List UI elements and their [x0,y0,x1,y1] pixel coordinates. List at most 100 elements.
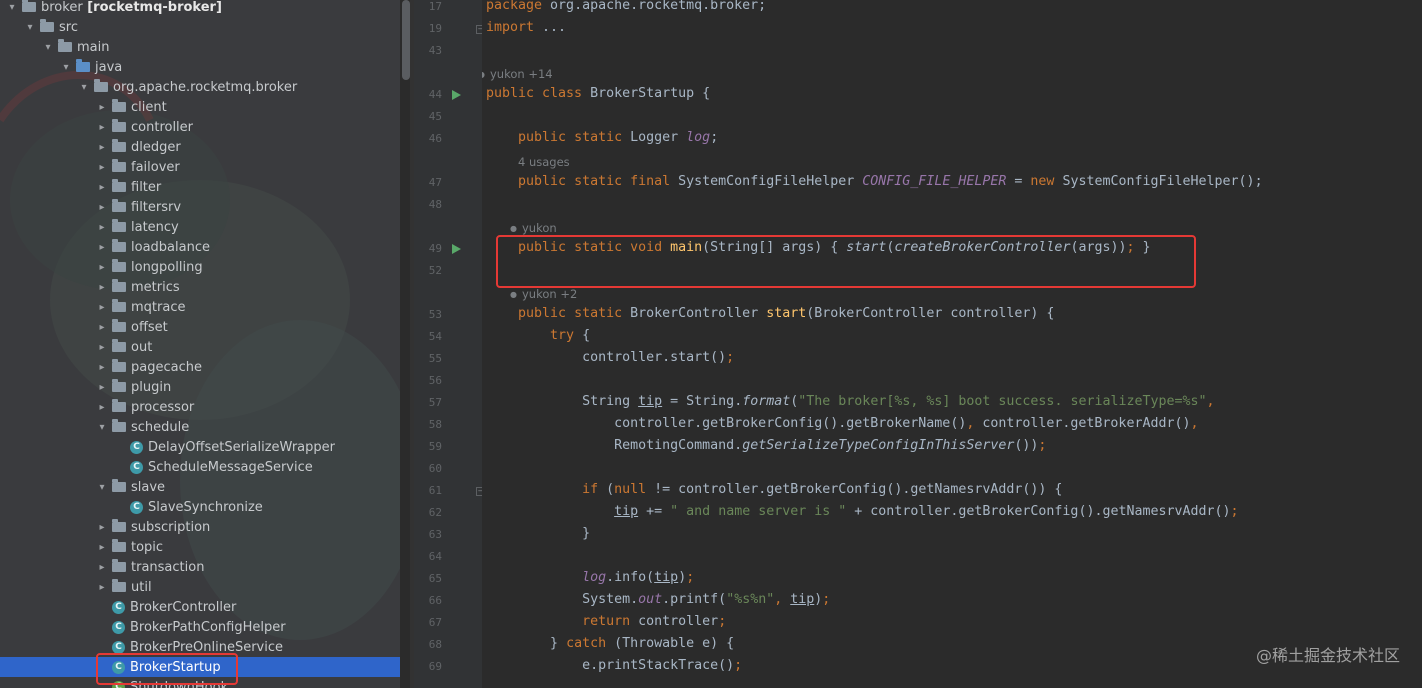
tree-item-folder[interactable]: ▸ pagecache [0,357,400,377]
chevron-right-icon[interactable]: ▸ [96,362,108,373]
tree-item-label: BrokerController [130,599,237,615]
java-class-icon: C [130,460,143,474]
tree-item-label: ScheduleMessageService [148,459,313,475]
chevron-right-icon[interactable]: ▸ [96,542,108,553]
tree-item-folder[interactable]: ▸ topic [0,537,400,557]
folder-icon [76,59,90,72]
package-icon [112,179,126,192]
chevron-down-icon[interactable]: ▾ [96,422,108,433]
code-token: if [582,482,607,497]
package-icon [112,159,126,172]
chevron-right-icon[interactable]: ▸ [96,522,108,533]
chevron-right-icon[interactable]: ▸ [96,302,108,313]
code-token: out [638,592,663,607]
chevron-right-icon[interactable]: ▸ [96,202,108,213]
chevron-down-icon[interactable]: ▾ [6,2,18,13]
chevron-right-icon[interactable]: ▸ [96,582,108,593]
run-gutter-icon[interactable] [452,90,461,100]
tree-item-folder[interactable]: ▸ processor [0,397,400,417]
chevron-down-icon[interactable]: ▾ [60,62,72,73]
tree-item-folder[interactable]: ▾ src [0,17,400,37]
code-line: public class BrokerStartup { [486,86,710,101]
tree-item-class[interactable]: ▸CBrokerController [0,597,400,617]
code-vision-hint[interactable]: 4 usages [518,155,570,169]
chevron-down-icon[interactable]: ▾ [78,82,90,93]
code-vision-hint[interactable]: yukon +14 [490,67,553,81]
tree-item-label: processor [131,399,195,415]
run-gutter-icon[interactable] [452,244,461,254]
package-icon [94,79,108,92]
tree-item-folder[interactable]: ▸ loadbalance [0,237,400,257]
package-icon [112,259,126,272]
folder-icon [40,19,54,32]
tree-item-folder[interactable]: ▾ org.apache.rocketmq.broker [0,77,400,97]
tree-item-folder[interactable]: ▸ offset [0,317,400,337]
code-token: ; [734,658,743,673]
tree-item-class[interactable]: ▸CShutdownHook [0,677,400,688]
tree-item-folder[interactable]: ▾ java [0,57,400,77]
chevron-right-icon[interactable]: ▸ [96,222,108,233]
tree-item-folder[interactable]: ▸ metrics [0,277,400,297]
chevron-down-icon[interactable]: ▾ [96,482,108,493]
tree-item-folder[interactable]: ▸ mqtrace [0,297,400,317]
tree-item-class[interactable]: ▸CBrokerPathConfigHelper [0,617,400,637]
chevron-right-icon[interactable]: ▸ [96,182,108,193]
tree-item-folder[interactable]: ▸ latency [0,217,400,237]
code-editor[interactable]: package org.apache.rocketmq.broker; impor… [482,0,1422,688]
chevron-right-icon[interactable]: ▸ [96,242,108,253]
tree-scrollbar[interactable] [402,0,410,80]
tree-item-label: pagecache [131,359,202,375]
chevron-right-icon[interactable]: ▸ [96,142,108,153]
tree-item-folder[interactable]: ▸ failover [0,157,400,177]
author-icon: ● [482,70,485,79]
chevron-right-icon[interactable]: ▸ [96,122,108,133]
tree-item-folder[interactable]: ▸ filtersrv [0,197,400,217]
code-token: ; [718,614,727,629]
chevron-right-icon[interactable]: ▸ [96,262,108,273]
tree-item-folder[interactable]: ▸ plugin [0,377,400,397]
tree-item-folder[interactable]: ▸ dledger [0,137,400,157]
tree-item-folder[interactable]: ▸ controller [0,117,400,137]
tree-item-class[interactable]: ▸CBrokerPreOnlineService [0,637,400,657]
tree-item-class[interactable]: ▸CSlaveSynchronize [0,497,400,517]
tree-item-label: offset [131,319,168,335]
code-token: System. [486,592,639,607]
chevron-right-icon[interactable]: ▸ [96,402,108,413]
tree-item-class[interactable]: ▸CScheduleMessageService [0,457,400,477]
line-number: 46 [428,132,442,145]
tree-item-folder[interactable]: ▸ transaction [0,557,400,577]
code-token: "The broker[%s, %s] boot success. serial… [798,394,1207,409]
tree-item-label: filtersrv [131,199,182,215]
code-token: package [486,0,551,13]
tree-item-folder[interactable]: ▸ util [0,577,400,597]
tree-item-folder[interactable]: ▾ main [0,37,400,57]
tree-item-folder[interactable]: ▸ longpolling [0,257,400,277]
tree-item-folder[interactable]: ▾ schedule [0,417,400,437]
tree-item-folder[interactable]: ▸ filter [0,177,400,197]
chevron-right-icon[interactable]: ▸ [96,162,108,173]
chevron-right-icon[interactable]: ▸ [96,562,108,573]
chevron-right-icon[interactable]: ▸ [96,322,108,333]
tree-item-class[interactable]: ▸CDelayOffsetSerializeWrapper [0,437,400,457]
tree-item-folder[interactable]: ▸ subscription [0,517,400,537]
editor-gutter: 17 19−43 44 45 46 47 48 49 52 53 54 55 56 57 58 59 60 61−… [414,0,485,688]
tree-item-folder[interactable]: ▾ slave [0,477,400,497]
code-token: public static void [518,240,671,255]
tree-item-folder[interactable]: ▸ client [0,97,400,117]
code-vision-hint[interactable]: yukon [522,221,557,235]
chevron-down-icon[interactable]: ▾ [42,42,54,53]
code-token: " and name server is " [670,504,847,519]
chevron-right-icon[interactable]: ▸ [96,342,108,353]
package-icon [112,359,126,372]
chevron-right-icon[interactable]: ▸ [96,102,108,113]
tree-item-label: filter [131,179,162,195]
chevron-right-icon[interactable]: ▸ [96,382,108,393]
chevron-right-icon[interactable]: ▸ [96,282,108,293]
code-vision-hint[interactable]: yukon +2 [522,287,577,301]
tree-item-label: BrokerPreOnlineService [130,639,283,655]
tree-item-folder[interactable]: ▾ broker [rocketmq-broker] [0,0,400,17]
tree-item-folder[interactable]: ▸ out [0,337,400,357]
tree-item-class[interactable]: ▸CBrokerStartup [0,657,400,677]
chevron-down-icon[interactable]: ▾ [24,22,36,33]
